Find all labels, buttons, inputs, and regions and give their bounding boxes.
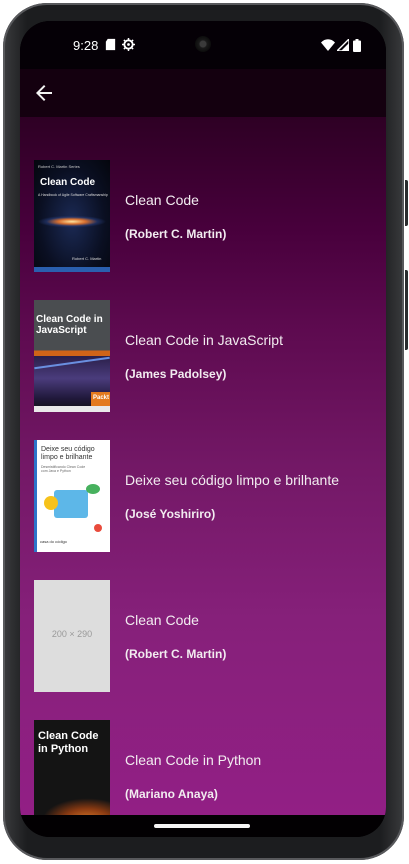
list-item-book[interactable]: Robert C. Martin Series Clean Code A Han… (20, 160, 386, 272)
cover-subtitle-text: A Handbook of Agile Software Craftsmansh… (38, 193, 108, 197)
book-cover-image: Robert C. Martin Series Clean Code A Han… (34, 160, 110, 272)
book-author: (Robert C. Martin) (125, 227, 227, 241)
list-item-book[interactable]: Deixe seu código limpo e brilhante Desmi… (20, 440, 386, 552)
cover-title-text: Deixe seu código limpo e brilhante (41, 446, 95, 461)
list-item-book[interactable]: 200 × 290 Clean Code (Robert C. Martin) (20, 580, 386, 692)
book-title: Clean Code in JavaScript (125, 332, 283, 348)
cover-bottom-strip (34, 267, 110, 272)
cover-series-text: Robert C. Martin Series (38, 164, 80, 169)
app-bar (20, 69, 386, 117)
book-author: (Robert C. Martin) (125, 647, 227, 661)
status-bar: 9:28 (20, 21, 386, 69)
book-cover-image: Deixe seu código limpo e brilhante Desmi… (34, 440, 110, 552)
cover-subtitle-text: Desmistificando Clean Code com Java e Py… (41, 465, 86, 473)
sd-card-icon (105, 38, 116, 51)
book-title: Clean Code in Python (125, 752, 262, 768)
volume-button (405, 270, 408, 350)
book-author: (José Yoshiriro) (125, 507, 216, 521)
arrow-back-icon[interactable] (32, 81, 56, 105)
navigation-bar (20, 815, 386, 837)
book-cover-placeholder: 200 × 290 (34, 580, 110, 692)
status-time: 9:28 (73, 38, 99, 53)
settings-gear-icon (122, 38, 135, 51)
front-camera (195, 36, 211, 52)
cover-title-text: Clean Code in JavaScript (36, 314, 103, 336)
book-title: Clean Code (125, 192, 199, 208)
cover-publisher-text: casa do código (40, 539, 67, 544)
battery-icon (353, 39, 361, 52)
cover-spine (34, 440, 37, 552)
cover-bottom-strip (34, 406, 110, 412)
cover-title-text: Clean Code in Python (38, 730, 99, 755)
home-gesture-handle[interactable] (154, 824, 250, 828)
book-list[interactable]: Robert C. Martin Series Clean Code A Han… (20, 117, 386, 815)
signal-icon (337, 39, 349, 51)
cover-illustration-dot (94, 524, 102, 532)
cover-illustration-dot (44, 496, 58, 510)
device-screen: 9:28 Robert C. Martin Series Clean Code … (20, 21, 386, 837)
cover-illustration-dot (86, 484, 100, 494)
book-title: Deixe seu código limpo e brilhante (125, 472, 340, 488)
cover-illustration (54, 490, 88, 518)
cover-author-text: Robert C. Martin (72, 256, 102, 261)
book-author: (Mariano Anaya) (125, 787, 218, 801)
book-title: Clean Code (125, 612, 199, 628)
list-item-book[interactable]: Clean Code in Python Clean Code in Pytho… (20, 720, 386, 815)
power-button (405, 180, 408, 226)
wifi-icon (321, 39, 335, 51)
list-item-book[interactable]: Clean Code in JavaScript Packt Clean Cod… (20, 300, 386, 412)
cover-light-streak (34, 356, 110, 370)
book-cover-image: Clean Code in Python (34, 720, 110, 815)
placeholder-text: 200 × 290 (51, 629, 93, 639)
cover-title-text: Clean Code (40, 177, 96, 188)
book-author: (James Padolsey) (125, 367, 227, 381)
book-cover-image: Clean Code in JavaScript Packt (34, 300, 110, 412)
publisher-badge: Packt (91, 392, 110, 406)
